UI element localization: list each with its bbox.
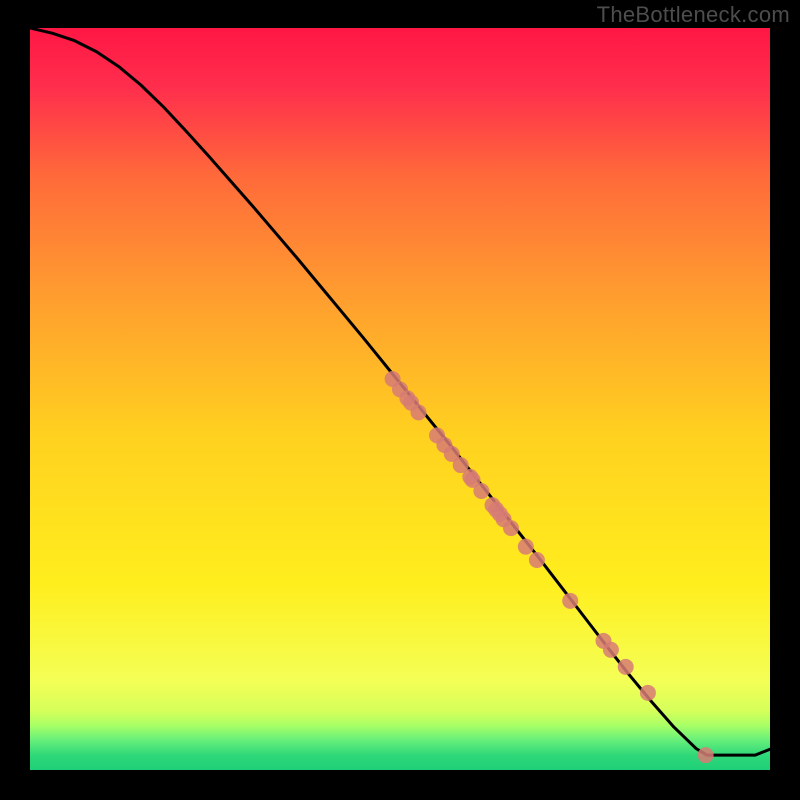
data-point xyxy=(618,659,634,675)
data-point xyxy=(603,642,619,658)
data-point xyxy=(518,539,534,555)
data-point xyxy=(640,685,656,701)
data-point xyxy=(503,520,519,536)
data-point xyxy=(473,483,489,499)
data-point xyxy=(411,404,427,420)
chart-svg xyxy=(0,0,800,800)
data-point xyxy=(562,593,578,609)
data-point xyxy=(529,552,545,568)
data-point xyxy=(698,747,714,763)
chart-stage: TheBottleneck.com xyxy=(0,0,800,800)
